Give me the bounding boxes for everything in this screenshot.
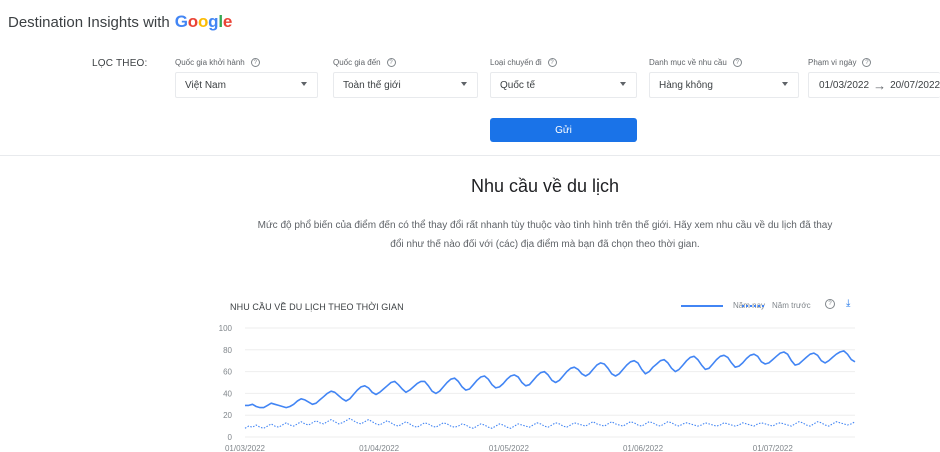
section-title: Nhu cầu về du lịch bbox=[470, 176, 620, 196]
date-range-picker[interactable]: 01/03/2022 → 20/07/2022 bbox=[808, 72, 940, 98]
chart-title: NHU CẦU VỀ DU LỊCH THEO THỜI GIAN bbox=[230, 302, 404, 312]
help-icon[interactable]: ? bbox=[547, 58, 557, 67]
dropdown-arrow-icon bbox=[620, 82, 626, 86]
end-date: 20/07/2022 bbox=[890, 79, 940, 91]
section-divider bbox=[0, 155, 940, 156]
travel-demand-chart: 0 20 40 60 80 100 01/03/2022 01/04/2022 01/05/20… bbox=[219, 324, 856, 452]
download-icon[interactable]: ⤓ bbox=[846, 298, 850, 309]
arrow-right-icon: → bbox=[873, 77, 887, 93]
x-tick-label: 01/06/2022 bbox=[623, 444, 664, 452]
category-select[interactable]: Hàng không bbox=[649, 72, 799, 98]
google-logo-letter: g bbox=[208, 12, 219, 31]
date-range-filter: Phạm vi ngày? 01/03/2022 → 20/07/2022 bbox=[808, 57, 940, 98]
date-range-filter-title: Phạm vi ngày bbox=[808, 58, 857, 67]
submit-button[interactable]: Gửi bbox=[490, 118, 637, 142]
start-date: 01/03/2022 bbox=[819, 79, 870, 91]
category-filter-title: Danh mục về nhu cầu bbox=[649, 58, 727, 67]
origin-select[interactable]: Việt Nam bbox=[175, 72, 318, 98]
y-tick-label: 0 bbox=[228, 433, 233, 442]
help-icon[interactable]: ? bbox=[250, 58, 260, 67]
dotted-line-swatch bbox=[742, 304, 764, 307]
trip-type-select-value: Quốc tế bbox=[500, 79, 536, 91]
legend-last-year-label: Năm trước bbox=[772, 301, 811, 310]
help-icon[interactable]: ? bbox=[386, 58, 396, 67]
trip-type-filter: Loại chuyến đi? Quốc tế bbox=[490, 57, 637, 98]
legend-last-year[interactable]: Năm trước bbox=[742, 301, 811, 310]
x-tick-label: 01/04/2022 bbox=[359, 444, 400, 452]
y-tick-label: 80 bbox=[223, 346, 232, 355]
origin-filter-title: Quốc gia khởi hành bbox=[175, 58, 245, 67]
y-tick-label: 40 bbox=[223, 389, 232, 398]
trip-type-select[interactable]: Quốc tế bbox=[490, 72, 637, 98]
solid-line-swatch bbox=[681, 304, 723, 307]
google-logo-letter: o bbox=[197, 12, 209, 31]
destination-filter: Quốc gia đến? Toàn thế giới bbox=[333, 57, 478, 98]
y-tick-label: 60 bbox=[223, 368, 232, 377]
x-tick-label: 01/05/2022 bbox=[489, 444, 530, 452]
google-logo-letter: e bbox=[222, 12, 233, 31]
x-tick-label: 01/07/2022 bbox=[753, 444, 794, 452]
destination-select[interactable]: Toàn thế giới bbox=[333, 72, 478, 98]
y-tick-label: 100 bbox=[219, 324, 233, 333]
origin-filter: Quốc gia khởi hành? Việt Nam bbox=[175, 57, 318, 98]
help-icon[interactable]: ? bbox=[825, 299, 835, 309]
series-line-last-year bbox=[244, 417, 856, 429]
trip-type-filter-title: Loại chuyến đi bbox=[490, 58, 542, 67]
google-logo: Google bbox=[174, 12, 233, 32]
brand-text: Destination Insights with bbox=[8, 14, 170, 31]
category-filter: Danh mục về nhu cầu? Hàng không bbox=[649, 57, 799, 98]
dropdown-arrow-icon bbox=[301, 82, 307, 86]
destination-filter-title: Quốc gia đến bbox=[333, 58, 381, 67]
brand-header: Destination Insights with Google bbox=[8, 12, 232, 32]
origin-select-value: Việt Nam bbox=[185, 79, 226, 91]
dropdown-arrow-icon bbox=[461, 82, 467, 86]
category-select-value: Hàng không bbox=[659, 79, 713, 91]
series-line-this-year bbox=[245, 350, 856, 409]
google-logo-letter: o bbox=[187, 12, 198, 31]
help-icon[interactable]: ? bbox=[862, 58, 872, 67]
help-icon[interactable]: ? bbox=[732, 58, 742, 67]
google-logo-letter: G bbox=[174, 12, 188, 31]
dropdown-arrow-icon bbox=[782, 82, 788, 86]
filter-by-label: LỌC THEO: bbox=[92, 58, 148, 69]
y-tick-label: 20 bbox=[223, 411, 232, 420]
destination-select-value: Toàn thế giới bbox=[343, 79, 401, 91]
google-logo-text: Google bbox=[174, 12, 233, 31]
section-description: Mức độ phổ biến của điểm đến có thể thay… bbox=[257, 220, 833, 250]
x-tick-label: 01/03/2022 bbox=[225, 444, 266, 452]
